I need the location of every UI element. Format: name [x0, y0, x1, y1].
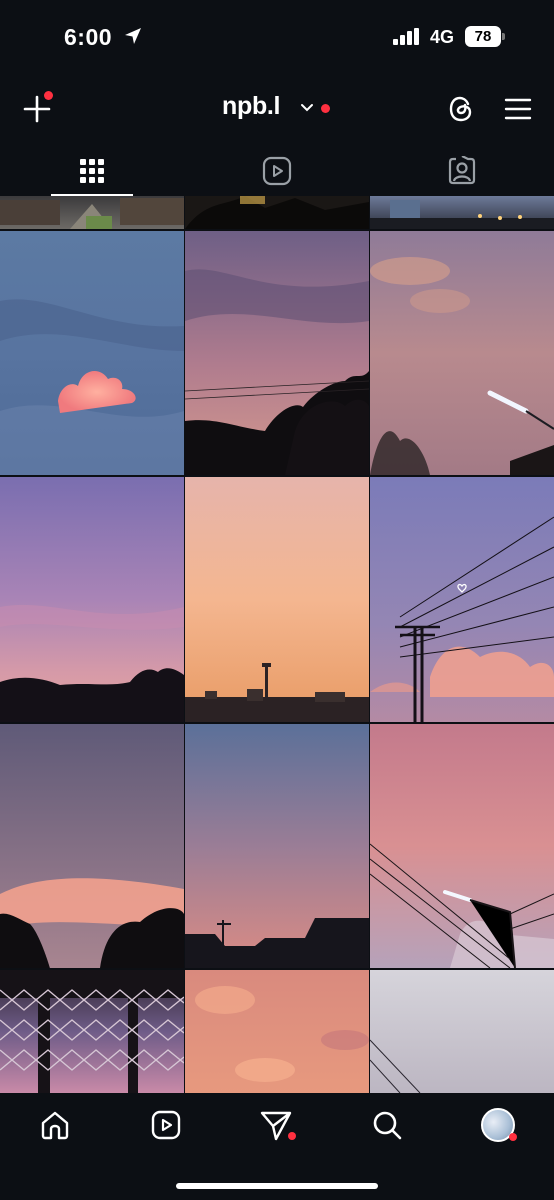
chevron-down-icon[interactable] — [299, 100, 315, 116]
nav-home[interactable] — [25, 1105, 85, 1145]
nav-reels[interactable] — [136, 1105, 196, 1145]
create-plus-icon[interactable] — [20, 91, 54, 126]
home-indicator — [176, 1183, 378, 1189]
network-type: 4G — [430, 27, 455, 47]
account-notification-dot — [321, 104, 330, 113]
home-icon — [41, 1111, 69, 1140]
post-thumbnail[interactable] — [185, 196, 369, 229]
post-thumbnail[interactable] — [185, 477, 369, 722]
nav-search[interactable] — [357, 1105, 417, 1145]
battery-icon: 78 — [465, 26, 501, 47]
battery-tip — [502, 33, 505, 40]
post-thumbnail[interactable] — [370, 724, 554, 968]
messages-notification-dot — [288, 1132, 296, 1140]
menu-icon[interactable] — [502, 94, 534, 124]
grid-icon — [80, 159, 104, 183]
post-thumbnail[interactable] — [185, 231, 369, 475]
search-icon — [373, 1111, 402, 1140]
cellular-signal-icon — [393, 28, 423, 51]
profile-notification-dot — [509, 1133, 517, 1141]
profile-header: npb.l — [0, 78, 554, 138]
tagged-person-icon — [448, 156, 476, 185]
post-thumbnail[interactable] — [185, 970, 369, 1093]
reels-icon — [262, 156, 292, 186]
post-thumbnail[interactable] — [0, 231, 184, 475]
notification-dot — [44, 91, 53, 100]
nav-profile[interactable] — [468, 1105, 528, 1145]
posts-grid — [0, 196, 554, 1093]
post-thumbnail[interactable] — [370, 970, 554, 1093]
clock: 6:00 — [64, 24, 113, 50]
tab-reels[interactable] — [185, 146, 369, 196]
tab-tagged[interactable] — [370, 146, 554, 196]
location-arrow-icon — [124, 27, 142, 50]
reels-icon — [151, 1110, 181, 1140]
tab-posts-grid[interactable] — [0, 146, 184, 196]
nav-messages[interactable] — [246, 1105, 306, 1145]
post-thumbnail[interactable] — [370, 477, 554, 722]
threads-icon[interactable] — [444, 92, 478, 126]
post-thumbnail[interactable] — [0, 196, 184, 229]
post-thumbnail[interactable] — [370, 196, 554, 229]
status-bar: 6:00 4G 78 — [0, 0, 554, 74]
username[interactable]: npb.l — [222, 92, 281, 121]
post-thumbnail[interactable] — [0, 477, 184, 722]
post-thumbnail[interactable] — [185, 724, 369, 968]
post-thumbnail[interactable] — [0, 970, 184, 1093]
post-thumbnail[interactable] — [370, 231, 554, 475]
post-thumbnail[interactable] — [0, 724, 184, 968]
profile-tabs — [0, 146, 554, 196]
